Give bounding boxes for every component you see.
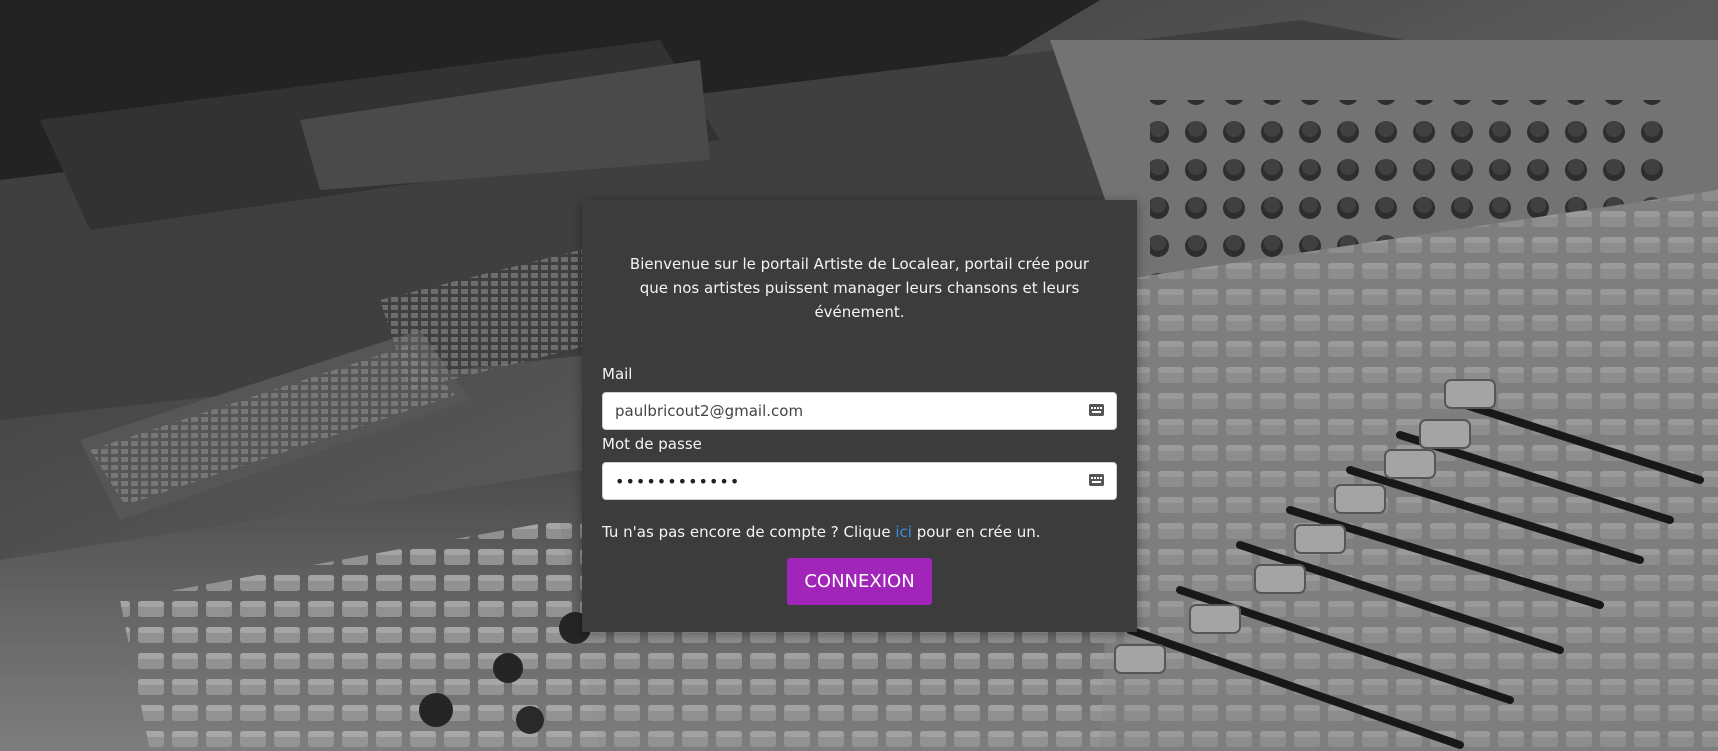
page: Bienvenue sur le portail Artiste de Loca…	[0, 0, 1718, 751]
mail-field-wrapper	[602, 392, 1117, 430]
password-input[interactable]	[603, 463, 1116, 499]
mail-label: Mail	[602, 365, 633, 383]
password-field-wrapper	[602, 462, 1117, 500]
mail-input[interactable]	[603, 393, 1116, 429]
welcome-text: Bienvenue sur le portail Artiste de Loca…	[629, 255, 1090, 321]
keyboard-icon[interactable]	[1089, 404, 1104, 416]
keyboard-icon[interactable]	[1089, 474, 1104, 486]
connexion-button[interactable]: CONNEXION	[787, 558, 932, 605]
password-label: Mot de passe	[602, 435, 702, 453]
signup-suffix: pour en crée un.	[911, 523, 1041, 541]
signup-prompt: Tu n'as pas encore de compte ? Clique ic…	[602, 522, 1117, 542]
submit-row: CONNEXION	[602, 558, 1117, 605]
signup-link[interactable]: ici	[895, 523, 912, 541]
login-card: Bienvenue sur le portail Artiste de Loca…	[582, 200, 1137, 632]
signup-prefix: Tu n'as pas encore de compte ? Clique	[602, 523, 896, 541]
